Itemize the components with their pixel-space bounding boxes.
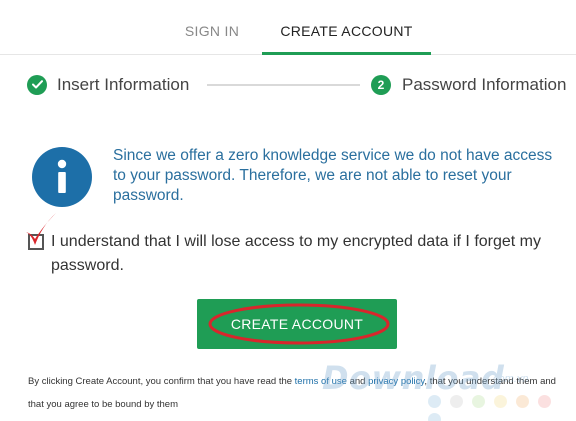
- progress-steps: Insert Information 2 Password Informatio…: [0, 66, 576, 104]
- terms-notice: By clicking Create Account, you confirm …: [28, 370, 573, 416]
- terms-prefix: By clicking Create Account, you confirm …: [28, 376, 295, 387]
- step-2-number: 2: [371, 75, 391, 95]
- tab-sign-in[interactable]: SIGN IN: [162, 0, 262, 54]
- auth-tabs: SIGN IN CREATE ACCOUNT: [0, 0, 576, 55]
- agreement-label[interactable]: I understand that I will lose access to …: [51, 230, 571, 278]
- create-account-page: SIGN IN CREATE ACCOUNT Insert Informatio…: [0, 0, 576, 421]
- step-connector: [207, 84, 360, 86]
- tab-create-account[interactable]: CREATE ACCOUNT: [262, 0, 431, 55]
- step-1-label: Insert Information: [57, 75, 190, 94]
- step-2-label: Password Information: [402, 75, 567, 94]
- privacy-policy-link[interactable]: privacy policy: [368, 376, 424, 387]
- step-1-check-icon: [27, 75, 47, 95]
- zero-knowledge-notice: Since we offer a zero knowledge service …: [113, 147, 553, 204]
- agreement-checkbox[interactable]: [28, 234, 44, 250]
- create-account-button[interactable]: CREATE ACCOUNT: [197, 299, 397, 349]
- terms-of-use-link[interactable]: terms of use: [295, 376, 347, 387]
- terms-and: and: [346, 376, 369, 387]
- agreement-row: I understand that I will lose access to …: [0, 213, 576, 284]
- info-icon: [32, 147, 92, 207]
